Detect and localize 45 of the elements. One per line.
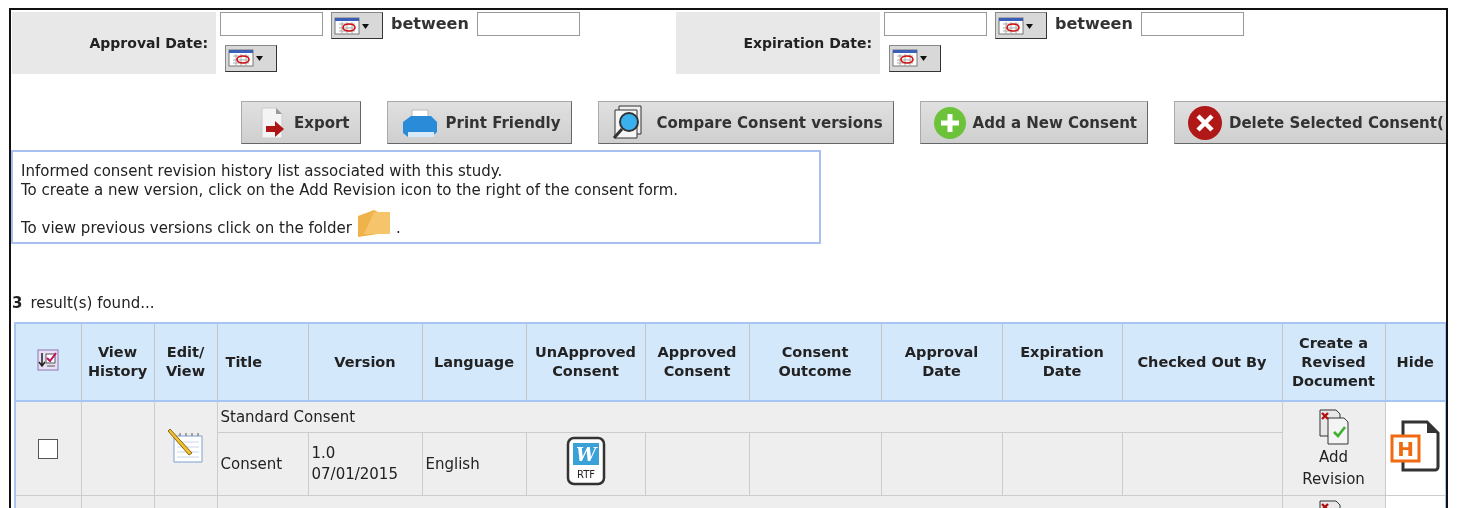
title-cell: Consent <box>217 432 308 496</box>
filter-label: Approval Date: <box>12 12 216 74</box>
info-text: Informed consent revision history list associated with this study. <box>21 162 504 181</box>
version-cell: 1.0 07/01/2015 <box>308 432 422 496</box>
language-cell: English <box>422 432 526 496</box>
plus-icon <box>932 105 967 140</box>
column-header: Create a Revised Document <box>1282 323 1385 401</box>
calendar-button[interactable] <box>889 44 941 72</box>
date-field[interactable] <box>476 12 580 36</box>
export-button[interactable]: Export <box>241 101 361 144</box>
rtf-document-icon[interactable]: W RTF <box>565 436 606 486</box>
date-field[interactable] <box>220 12 323 36</box>
filter-label: Expiration Date: <box>676 12 880 74</box>
delete-button[interactable]: Delete Selected Consent( <box>1174 101 1446 144</box>
column-header: UnApproved Consent <box>526 323 645 401</box>
calendar-button[interactable] <box>995 12 1047 39</box>
column-header: Version <box>308 323 422 401</box>
date-field[interactable] <box>1140 12 1244 36</box>
result-count: 3 <box>12 294 23 312</box>
column-header: Approved Consent <box>645 323 749 401</box>
info-text: To view previous versions click on the folder <box>21 219 352 238</box>
column-header: Checked Out By <box>1122 323 1282 401</box>
column-header: Title <box>217 323 308 401</box>
select-all-icon[interactable] <box>37 348 60 371</box>
column-header: Language <box>422 323 526 401</box>
info-text: To create a new version, click on the Add Revision icon to the right of the consent form. <box>21 181 680 200</box>
print-button[interactable]: Print Friendly <box>386 101 572 144</box>
column-header: View History <box>81 323 154 401</box>
period-text: . <box>395 219 401 238</box>
column-header: Approval Date <box>881 323 1002 401</box>
row-checkbox[interactable] <box>38 438 59 459</box>
column-header: Consent Outcome <box>749 323 881 401</box>
calendar-button[interactable] <box>331 12 383 39</box>
column-header: Edit/ View <box>154 323 217 401</box>
date-field[interactable] <box>884 12 987 36</box>
column-header: Hide <box>1385 323 1446 401</box>
add-button[interactable]: Add a New Consent <box>919 101 1148 144</box>
between-label: between <box>391 13 469 35</box>
between-label: between <box>1055 13 1133 35</box>
column-header: Expiration Date <box>1002 323 1122 401</box>
compare-button[interactable]: Compare Consent versions <box>597 101 894 144</box>
group-title: Standard Consent <box>217 401 1282 433</box>
delete-icon <box>1187 104 1223 141</box>
results-text: result(s) found... <box>30 294 155 312</box>
calendar-button[interactable] <box>225 44 277 72</box>
